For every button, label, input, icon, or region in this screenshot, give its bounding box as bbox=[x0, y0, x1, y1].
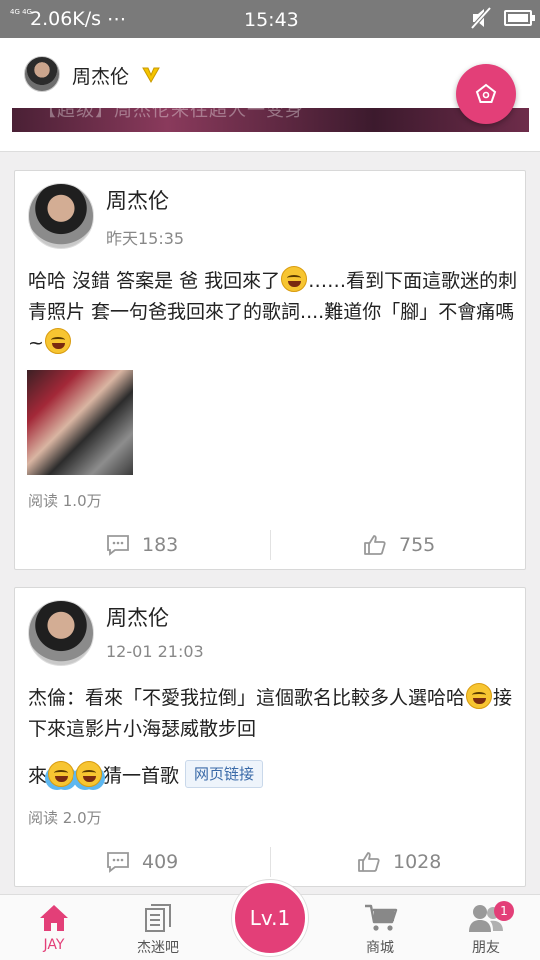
thumbs-up-icon bbox=[364, 535, 386, 555]
nav-label: 朋友 bbox=[472, 940, 500, 956]
nav-label: JAY bbox=[43, 937, 65, 953]
post-author[interactable]: 周杰伦 bbox=[106, 602, 169, 632]
level-button[interactable]: Lv.1 bbox=[232, 880, 308, 956]
feature-button[interactable] bbox=[456, 64, 516, 124]
divider bbox=[270, 530, 271, 560]
clock: 15:43 bbox=[244, 9, 299, 31]
read-count: 阅读 1.0万 bbox=[28, 492, 102, 510]
post-text-part: 來 bbox=[28, 765, 48, 787]
notification-badge: 1 bbox=[494, 901, 514, 921]
mute-icon bbox=[470, 6, 492, 30]
comment-count: 183 bbox=[142, 534, 179, 556]
post-text-part: 猜一首歌 bbox=[103, 765, 180, 787]
like-count: 755 bbox=[399, 534, 436, 556]
read-count: 阅读 2.0万 bbox=[28, 809, 102, 827]
like-button[interactable]: 755 bbox=[363, 530, 435, 560]
laughing-emoji-icon bbox=[466, 683, 493, 709]
nav-item-friends[interactable]: 1 朋友 bbox=[432, 895, 540, 960]
post-text: 哈哈 沒錯 答案是 爸 我回來了 ……看到下面這歌迷的刺青照片 套一句爸我回來了的… bbox=[28, 266, 518, 359]
comment-button[interactable]: 183 bbox=[106, 530, 178, 560]
tears-of-joy-emoji-icon bbox=[48, 761, 75, 787]
cart-icon bbox=[365, 904, 398, 931]
laughing-emoji-icon bbox=[281, 266, 308, 292]
web-link-button[interactable]: 网页链接 bbox=[185, 760, 264, 788]
comment-button[interactable]: 409 bbox=[106, 847, 178, 877]
home-icon bbox=[40, 905, 68, 931]
post-author-avatar[interactable] bbox=[28, 183, 94, 249]
post-card[interactable]: 周杰伦 12-01 21:03 杰倫：看來「不愛我拉倒」這個歌名比較多人選哈哈接… bbox=[14, 587, 526, 887]
comment-icon bbox=[107, 852, 129, 873]
pentagon-icon bbox=[475, 83, 497, 103]
nav-label: 杰迷吧 bbox=[137, 940, 179, 956]
post-author[interactable]: 周杰伦 bbox=[106, 185, 169, 215]
post-time: 昨天15:35 bbox=[106, 229, 185, 248]
tears-of-joy-emoji-icon bbox=[76, 761, 103, 787]
banner[interactable]: 【超级】周杰伦来往超人一变身 bbox=[12, 108, 529, 132]
forum-icon bbox=[145, 904, 171, 932]
battery-icon bbox=[504, 10, 535, 26]
post-author-avatar[interactable] bbox=[28, 600, 94, 666]
comment-icon bbox=[107, 535, 129, 556]
like-button[interactable]: 1028 bbox=[357, 847, 441, 877]
post-time: 12-01 21:03 bbox=[106, 642, 204, 661]
network-speed: 2.06K/s ⋯ bbox=[30, 8, 127, 30]
network-indicator: 4G 4G bbox=[10, 8, 32, 16]
nav-item-jay[interactable]: JAY bbox=[0, 895, 108, 960]
nav-label: 商城 bbox=[366, 940, 394, 956]
avatar[interactable] bbox=[24, 56, 60, 92]
post-actions: 183 755 bbox=[15, 520, 527, 570]
like-count: 1028 bbox=[393, 851, 442, 873]
nav-item-forum[interactable]: 杰迷吧 bbox=[104, 895, 212, 960]
post-text-part: 哈哈 沒錯 答案是 爸 我回來了 bbox=[28, 270, 281, 292]
post-text: 杰倫：看來「不愛我拉倒」這個歌名比較多人選哈哈 接下來這影片小海瑟威散步回 bbox=[28, 683, 518, 745]
status-bar: 4G 4G 2.06K/s ⋯ 15:43 bbox=[0, 0, 540, 38]
verified-badge-icon bbox=[142, 67, 160, 84]
nav-item-shop[interactable]: 商城 bbox=[326, 895, 434, 960]
post-image[interactable] bbox=[27, 370, 133, 475]
post-card[interactable]: 周杰伦 昨天15:35 哈哈 沒錯 答案是 爸 我回來了 ……看到下面這歌迷的刺青… bbox=[14, 170, 526, 570]
post-text: 來 猜一首歌 网页链接 bbox=[28, 758, 518, 794]
divider bbox=[270, 847, 271, 877]
banner-text: 【超级】周杰伦来往超人一变身 bbox=[38, 108, 304, 121]
post-text-part: 杰倫：看來「不愛我拉倒」這個歌名比較多人選哈哈 bbox=[28, 687, 466, 709]
sweat-smile-emoji-icon bbox=[44, 328, 71, 354]
thumbs-up-icon bbox=[358, 852, 380, 872]
comment-count: 409 bbox=[142, 851, 179, 873]
profile-name: 周杰伦 bbox=[72, 66, 130, 88]
